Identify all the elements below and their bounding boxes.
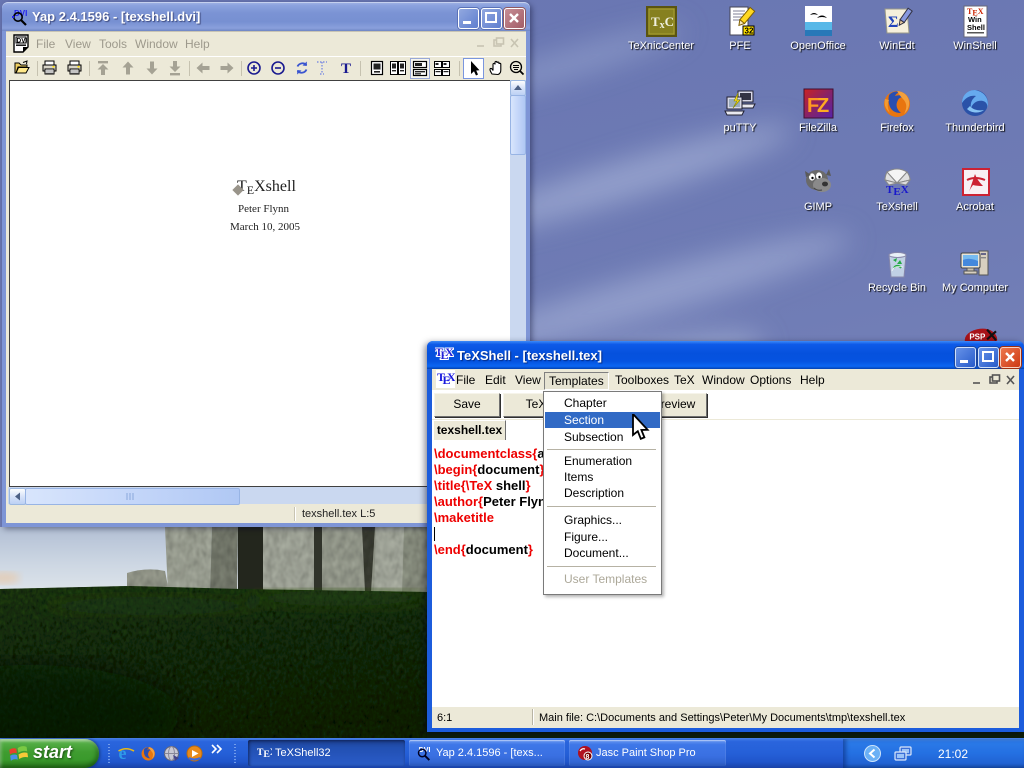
svg-text:Σ: Σ	[888, 14, 898, 31]
svg-text:PSP: PSP	[969, 332, 986, 341]
svg-text:T: T	[341, 61, 351, 77]
svg-text:Z: Z	[817, 95, 829, 117]
svg-text:X: X	[447, 370, 455, 384]
svg-text:TEX: TEX	[257, 747, 272, 760]
svg-text:32: 32	[744, 27, 753, 36]
svg-text:X: X	[445, 346, 454, 359]
svg-text:Shell: Shell	[967, 23, 985, 32]
svg-text:TEX: TEX	[886, 184, 909, 198]
svg-text:e: e	[119, 744, 127, 762]
svg-text:8: 8	[586, 754, 590, 761]
